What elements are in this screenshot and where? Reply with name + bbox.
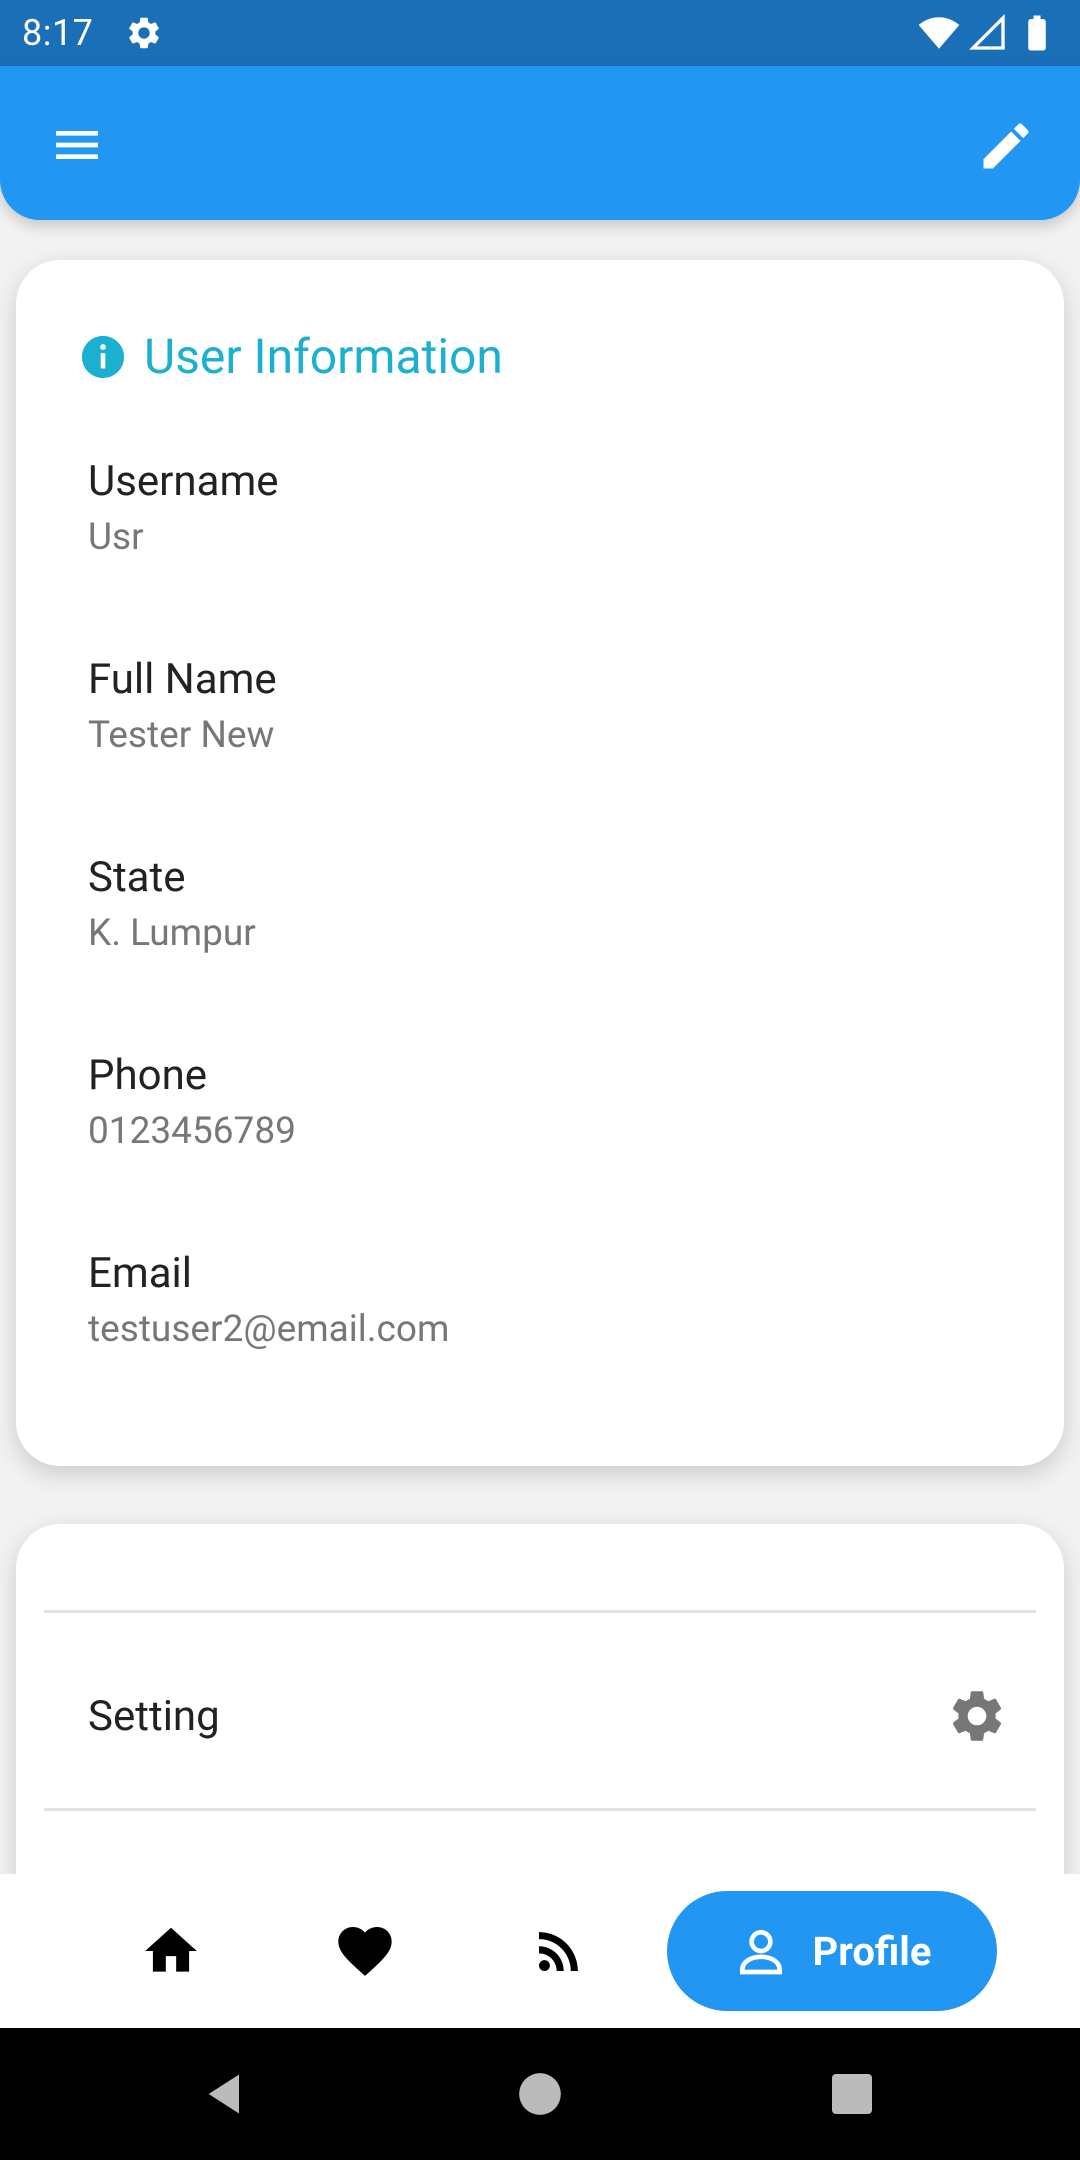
recents-button[interactable] [822,2064,882,2124]
field-value: Tester New [88,714,275,757]
home-icon [145,1927,197,1972]
divider [44,1808,1036,1811]
rss-icon [539,1932,578,1971]
menu-button[interactable] [36,110,118,180]
person-icon [739,1930,782,1975]
home-button[interactable] [510,2064,570,2124]
nav-profile-label: Profile [812,1927,932,1975]
edit-icon [983,123,1029,169]
bottom-nav: Profile [0,1874,1080,2028]
menu-icon [56,131,98,159]
settings-gear-icon [125,14,163,52]
nav-feed[interactable] [520,1912,598,1990]
circle-home-icon [519,2073,561,2115]
field-email: Email testuser2@email.com [88,1246,449,1358]
status-bar: 8:17 [0,0,1080,66]
field-state: State K. Lumpur [88,850,256,962]
back-icon [208,2074,239,2114]
nav-home[interactable] [132,1912,210,1990]
user-info-header: User Information [80,328,503,385]
gear-icon [952,1691,1002,1741]
user-info-card: User Information Username Usr Full Name … [16,260,1064,1466]
field-phone: Phone 0123456789 [88,1048,296,1160]
wifi-icon [918,17,960,49]
back-button[interactable] [196,2064,256,2124]
square-recents-icon [832,2074,872,2114]
system-nav-bar [0,2028,1080,2160]
nav-favorites[interactable] [326,1912,404,1990]
field-label: Email [88,1249,192,1298]
field-value: K. Lumpur [88,912,256,955]
field-value: testuser2@email.com [88,1308,450,1351]
field-value: Usr [88,516,144,559]
field-label: Full Name [88,655,277,704]
signal-icon [968,13,1005,50]
setting-row[interactable]: Setting [16,1617,1064,1815]
field-label: Username [88,457,279,506]
status-time: 8:17 [22,12,94,54]
field-username: Username Usr [88,454,279,566]
divider [44,1610,1036,1613]
field-full-name: Full Name Tester New [88,652,277,764]
info-icon [81,335,125,378]
app-bar [0,66,1080,220]
edit-button[interactable] [966,106,1046,186]
status-icons [918,12,1058,54]
battery-icon [1028,15,1046,51]
heart-icon [338,1927,392,1976]
field-label: Phone [88,1051,208,1100]
user-info-title: User Information [144,328,503,385]
field-label: State [88,853,186,902]
setting-label: Setting [88,1691,220,1741]
field-value: 0123456789 [88,1110,296,1153]
nav-profile[interactable]: Profile [667,1891,997,2011]
